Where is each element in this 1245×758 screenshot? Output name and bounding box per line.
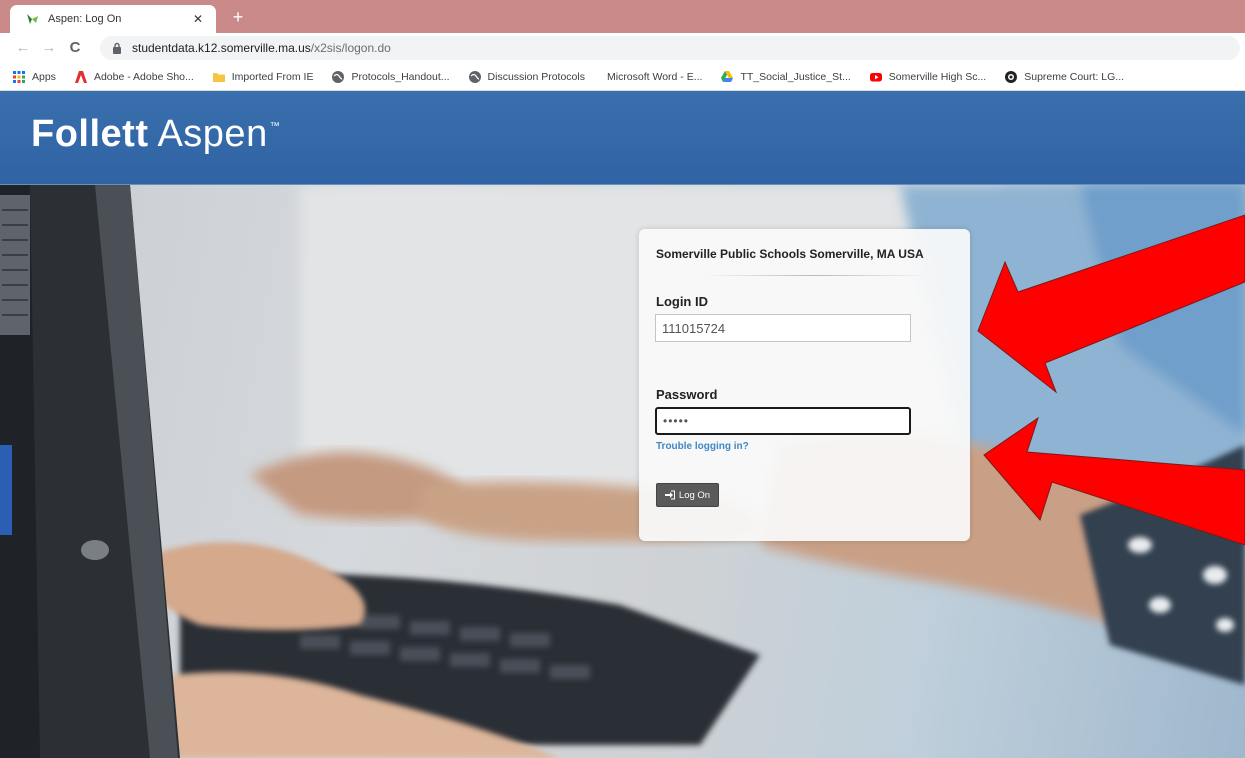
bookmark-adobe[interactable]: Adobe - Adobe Sho...: [74, 70, 194, 84]
reload-icon[interactable]: C: [64, 37, 86, 59]
login-id-label: Login ID: [656, 294, 708, 309]
aspen-leaf-icon: [27, 14, 38, 24]
globe-icon: [332, 70, 345, 83]
tab-title: Aspen: Log On: [48, 13, 122, 25]
bookmark-label: TT_Social_Justice_St...: [740, 70, 851, 83]
organization-name: Somerville Public Schools Somerville, MA…: [656, 247, 924, 261]
bookmark-label: Supreme Court: LG...: [1024, 70, 1125, 83]
sign-in-icon: [664, 490, 675, 500]
address-bar[interactable]: studentdata.k12.somerville.ma.us/x2sis/l…: [100, 36, 1240, 60]
url-host: studentdata.k12.somerville.ma.us: [132, 41, 311, 55]
url-path: /x2sis/logon.do: [310, 41, 391, 55]
logo-aspen: Aspen: [157, 113, 268, 155]
password-label: Password: [656, 387, 718, 402]
browser-tabstrip: Aspen: Log On ✕ +: [0, 0, 1245, 33]
bookmark-tt-social-justice[interactable]: TT_Social_Justice_St...: [720, 70, 851, 84]
bookmarks-bar: Apps Adobe - Adobe Sho... Imported From …: [0, 63, 1245, 91]
bookmark-microsoft-word[interactable]: Microsoft Word - E...: [607, 71, 703, 83]
divider: [703, 275, 928, 276]
drive-icon: [721, 70, 734, 82]
bookmark-protocols-handout[interactable]: Protocols_Handout...: [331, 70, 450, 84]
background-photo: [0, 185, 1245, 758]
bookmark-label: Discussion Protocols: [487, 70, 585, 83]
site-header: Follett Aspen ™: [0, 91, 1245, 185]
log-on-button[interactable]: Log On: [656, 483, 719, 507]
bookmark-apps[interactable]: Apps: [12, 70, 56, 84]
bookmark-somerville-high[interactable]: Somerville High Sc...: [869, 70, 986, 84]
back-arrow-icon[interactable]: ←: [12, 37, 34, 59]
login-card: Somerville Public Schools Somerville, MA…: [639, 229, 970, 541]
adobe-icon: [74, 70, 87, 83]
login-id-input[interactable]: [655, 314, 911, 342]
follett-aspen-logo: Follett Aspen ™: [31, 113, 280, 156]
log-on-label: Log On: [678, 489, 711, 501]
eye-icon: [1005, 70, 1018, 83]
password-input[interactable]: [655, 407, 911, 435]
trouble-logging-in-link[interactable]: Trouble logging in?: [656, 441, 749, 452]
bookmark-label: Microsoft Word - E...: [606, 70, 703, 83]
hero-background-image: [0, 185, 1245, 758]
apps-grid-icon: [13, 70, 25, 83]
youtube-icon: [869, 72, 882, 81]
bookmark-label: Imported From IE: [231, 70, 314, 83]
new-tab-button[interactable]: +: [226, 7, 250, 29]
globe-icon: [468, 70, 481, 83]
close-tab-icon[interactable]: ✕: [190, 12, 206, 26]
logo-trademark: ™: [269, 121, 281, 132]
browser-toolbar: ← → C studentdata.k12.somerville.ma.us/x…: [0, 33, 1245, 63]
bookmark-label: Adobe - Adobe Sho...: [93, 70, 194, 83]
bookmark-label: Protocols_Handout...: [351, 70, 450, 83]
url-text: studentdata.k12.somerville.ma.us/x2sis/l…: [132, 41, 391, 55]
folder-icon: [212, 72, 225, 82]
forward-arrow-icon[interactable]: →: [38, 37, 60, 59]
bookmark-imported-from-ie[interactable]: Imported From IE: [212, 70, 314, 84]
bookmark-label: Somerville High Sc...: [888, 70, 987, 83]
logo-follett: Follett: [31, 113, 149, 155]
lock-icon: [113, 42, 121, 54]
bookmark-supreme-court[interactable]: Supreme Court: LG...: [1004, 70, 1124, 84]
bookmark-label: Apps: [32, 70, 56, 83]
browser-tab[interactable]: Aspen: Log On ✕: [10, 5, 216, 33]
bookmark-discussion-protocols[interactable]: Discussion Protocols: [468, 70, 585, 84]
